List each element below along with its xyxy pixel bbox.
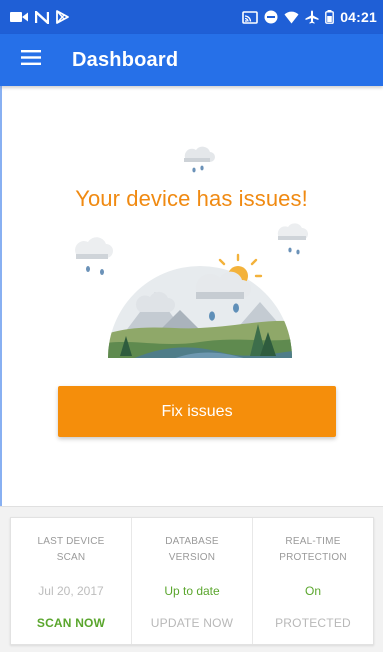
status-right-icons: 04:21 <box>242 9 377 25</box>
hamburger-menu-icon <box>21 50 41 70</box>
status-left-icons <box>10 10 69 24</box>
update-now-button[interactable]: UPDATE NOW <box>151 616 233 630</box>
status-headline: Your device has issues! <box>75 186 308 211</box>
status-bar: 04:21 <box>0 0 383 34</box>
app-bar: Dashboard <box>0 34 383 86</box>
stat-last-device-scan: LAST DEVICE SCAN Jul 20, 2017 SCAN NOW <box>11 518 132 644</box>
airplane-icon <box>305 10 319 24</box>
wifi-icon <box>284 11 299 24</box>
menu-button[interactable] <box>0 34 62 86</box>
small-rain-cloud-icon <box>180 146 216 183</box>
battery-icon <box>325 10 335 24</box>
stat-label: REAL-TIME PROTECTION <box>279 536 347 563</box>
status-summary-area: LAST DEVICE SCAN Jul 20, 2017 SCAN NOW D… <box>0 506 383 652</box>
stat-value: On <box>304 584 321 598</box>
protected-status: PROTECTED <box>275 616 351 630</box>
stat-value: Up to date <box>164 584 220 598</box>
stat-label: DATABASE VERSION <box>165 536 219 563</box>
n-icon <box>35 10 49 24</box>
stat-value: Jul 20, 2017 <box>38 584 104 598</box>
stat-database-version: DATABASE VERSION Up to date UPDATE NOW <box>132 518 253 644</box>
fix-issues-button[interactable]: Fix issues <box>58 386 336 437</box>
scan-now-button[interactable]: SCAN NOW <box>37 616 105 630</box>
play-store-icon <box>56 10 69 24</box>
stat-real-time-protection: REAL-TIME PROTECTION On PROTECTED <box>253 518 373 644</box>
content-edge-accent <box>0 86 2 506</box>
page-title: Dashboard <box>72 48 179 71</box>
rainy-landscape-illustration <box>100 252 300 365</box>
status-time: 04:21 <box>340 9 377 25</box>
stat-label: LAST DEVICE SCAN <box>37 536 105 563</box>
video-icon <box>10 11 28 23</box>
do-not-disturb-icon <box>264 10 278 24</box>
status-summary-card: LAST DEVICE SCAN Jul 20, 2017 SCAN NOW D… <box>10 517 374 645</box>
cast-icon <box>242 10 258 24</box>
